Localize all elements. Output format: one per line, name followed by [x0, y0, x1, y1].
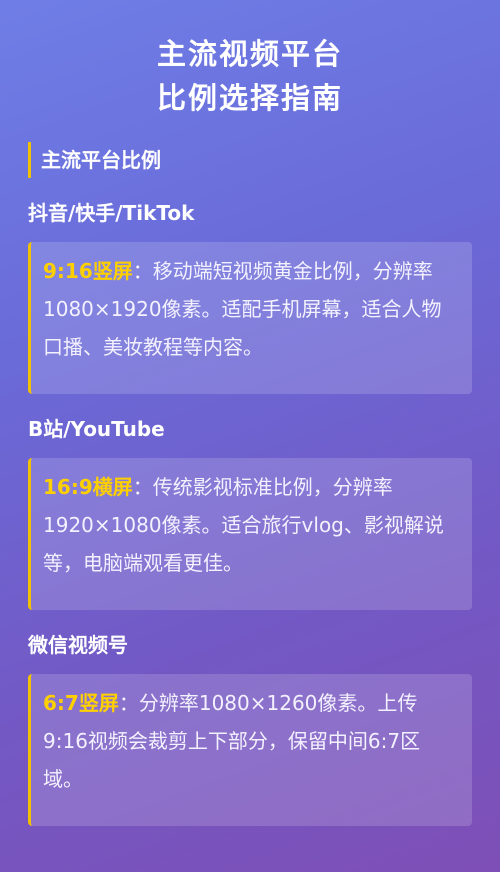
- ratio-label: 9:16竖屏: [43, 259, 133, 283]
- platform-name-bilibili: B站/YouTube: [28, 417, 165, 441]
- platform-name-wechat: 微信视频号: [28, 633, 128, 657]
- section-heading: 主流平台比例: [28, 142, 161, 178]
- ratio-separator: ：: [132, 259, 153, 283]
- ratio-separator: ：: [118, 691, 139, 715]
- title-line-2: 比例选择指南: [156, 81, 343, 115]
- page-title: 主流视频平台 比例选择指南: [0, 32, 500, 120]
- ratio-card-wechat: 6:7竖屏：分辨率1080×1260像素。上传9:16视频会裁剪上下部分，保留中…: [28, 674, 472, 826]
- title-line-1: 主流视频平台: [156, 37, 343, 71]
- ratio-label: 6:7竖屏: [43, 691, 119, 715]
- ratio-card-douyin: 9:16竖屏：移动端短视频黄金比例，分辨率1080×1920像素。适配手机屏幕，…: [28, 242, 472, 394]
- platform-name-douyin: 抖音/快手/TikTok: [28, 201, 195, 225]
- ratio-label: 16:9横屏: [43, 475, 133, 499]
- ratio-card-bilibili: 16:9横屏：传统影视标准比例，分辨率1920×1080像素。适合旅行vlog、…: [28, 458, 472, 610]
- ratio-separator: ：: [132, 475, 153, 499]
